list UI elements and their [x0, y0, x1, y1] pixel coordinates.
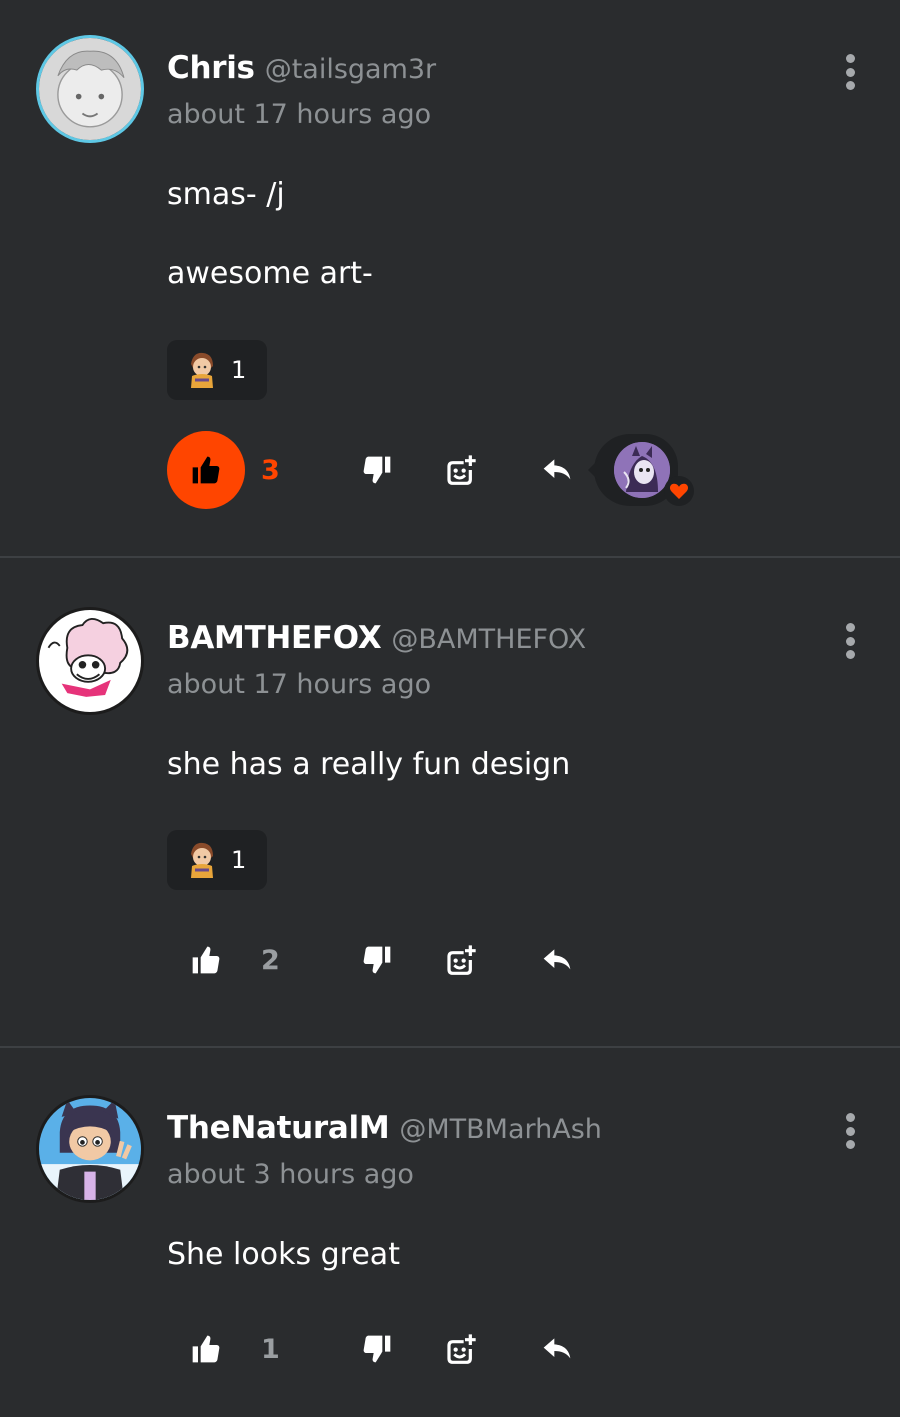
reaction-count: 1 [231, 846, 247, 874]
comment-card: TheNaturalM @MTBMarhAsh about 3 hours ag… [0, 1048, 900, 1417]
author-name[interactable]: TheNaturalM [167, 1110, 390, 1146]
author-name[interactable]: Chris [167, 50, 255, 86]
avatar[interactable] [36, 607, 144, 715]
avatar-image [39, 1098, 141, 1200]
reply-preview[interactable] [588, 434, 698, 514]
reply-button[interactable] [537, 450, 577, 490]
character-sticker-icon [191, 352, 213, 388]
upvote-count: 1 [261, 1333, 280, 1365]
action-bar: 1 [167, 1310, 577, 1388]
thumbs-down-icon [363, 946, 391, 974]
avatar-image [39, 610, 141, 712]
reply-avatar [614, 442, 670, 498]
author-row: BAMTHEFOX @BAMTHEFOX [167, 620, 586, 656]
timestamp: about 3 hours ago [167, 1159, 414, 1190]
add-reaction-button[interactable] [441, 940, 481, 980]
author-handle[interactable]: @tailsgam3r [265, 54, 436, 85]
comment-text: she has a really fun design [167, 747, 571, 782]
add-emoji-icon [447, 945, 476, 975]
author-handle[interactable]: @MTBMarhAsh [399, 1114, 602, 1145]
timestamp: about 17 hours ago [167, 99, 432, 130]
comment-text: awesome art- [167, 256, 373, 291]
thumbs-up-icon [192, 946, 220, 974]
downvote-button[interactable] [357, 1329, 397, 1369]
reply-arrow-icon [543, 949, 571, 970]
reply-button[interactable] [537, 1329, 577, 1369]
action-bar: 2 [167, 921, 577, 999]
timestamp: about 17 hours ago [167, 669, 432, 700]
upvote-button[interactable] [167, 1310, 245, 1388]
downvote-button[interactable] [357, 450, 397, 490]
thumbs-down-icon [363, 456, 391, 484]
more-options-icon[interactable] [844, 1113, 856, 1149]
add-emoji-icon [447, 1334, 476, 1364]
comment-text: She looks great [167, 1237, 400, 1272]
thumbs-down-icon [363, 1335, 391, 1363]
add-reaction-button[interactable] [441, 1329, 481, 1369]
reaction-count: 1 [231, 356, 247, 384]
downvote-button[interactable] [357, 940, 397, 980]
character-sticker-icon [191, 842, 213, 878]
action-bar: 3 [167, 431, 577, 509]
upvote-button[interactable] [167, 431, 245, 509]
author-row: TheNaturalM @MTBMarhAsh [167, 1110, 602, 1146]
avatar[interactable] [36, 1095, 144, 1203]
reply-button[interactable] [537, 940, 577, 980]
author-handle[interactable]: @BAMTHEFOX [391, 624, 586, 655]
upvote-button[interactable] [167, 921, 245, 999]
more-options-icon[interactable] [844, 54, 856, 90]
comment-card: BAMTHEFOX @BAMTHEFOX about 17 hours ago … [0, 558, 900, 1048]
reaction-chip[interactable]: 1 [167, 830, 267, 890]
more-options-icon[interactable] [844, 623, 856, 659]
heart-icon [669, 483, 689, 499]
reply-arrow-icon [543, 1338, 571, 1359]
thumbs-up-icon [192, 456, 220, 484]
heart-badge [664, 476, 694, 506]
author-row: Chris @tailsgam3r [167, 50, 436, 86]
avatar-image [39, 38, 141, 140]
reply-avatar-image [614, 442, 670, 498]
comment-text: smas- /j [167, 177, 285, 212]
thumbs-up-icon [192, 1335, 220, 1363]
add-emoji-icon [447, 455, 476, 485]
upvote-count: 2 [261, 944, 280, 976]
reaction-chip[interactable]: 1 [167, 340, 267, 400]
author-name[interactable]: BAMTHEFOX [167, 620, 382, 656]
comment-card: Chris @tailsgam3r about 17 hours ago sma… [0, 0, 900, 558]
avatar[interactable] [36, 35, 144, 143]
add-reaction-button[interactable] [441, 450, 481, 490]
reply-arrow-icon [543, 459, 571, 480]
upvote-count: 3 [261, 454, 280, 486]
